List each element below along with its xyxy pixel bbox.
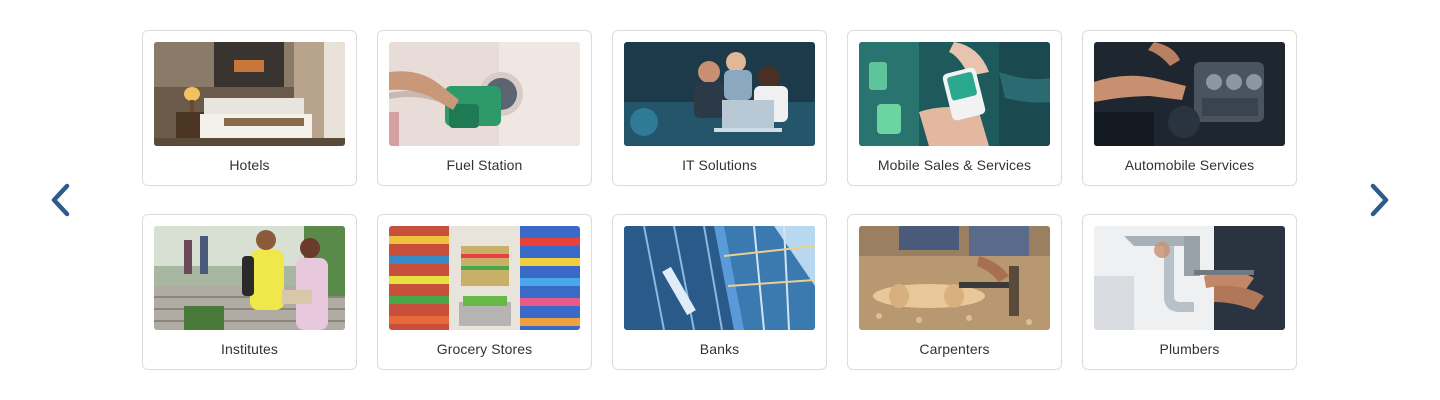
category-card-hotels[interactable]: Hotels	[142, 30, 357, 186]
category-card-mobile-sales-services[interactable]: Mobile Sales & Services	[847, 30, 1062, 186]
fuel-station-image	[389, 42, 580, 146]
carpenters-image	[859, 226, 1050, 330]
category-card-grocery-stores[interactable]: Grocery Stores	[377, 214, 592, 370]
it-solutions-image	[624, 42, 815, 146]
plumbers-image	[1094, 226, 1285, 330]
category-card-institutes[interactable]: Institutes	[142, 214, 357, 370]
category-grid: Hotels Fuel Station IT Solutions Mobile …	[142, 30, 1298, 370]
category-card-it-solutions[interactable]: IT Solutions	[612, 30, 827, 186]
category-carousel: Hotels Fuel Station IT Solutions Mobile …	[0, 0, 1440, 400]
automobile-services-image	[1094, 42, 1285, 146]
category-card-automobile-services[interactable]: Automobile Services	[1082, 30, 1297, 186]
category-label: Automobile Services	[1124, 157, 1255, 173]
category-label: Plumbers	[1159, 341, 1220, 357]
category-label: Carpenters	[919, 341, 990, 357]
category-label: Institutes	[220, 341, 279, 357]
category-label: Grocery Stores	[436, 341, 533, 357]
hotels-image	[154, 42, 345, 146]
carousel-prev-button[interactable]	[40, 180, 80, 220]
category-label: Banks	[699, 341, 740, 357]
category-label: IT Solutions	[682, 157, 757, 173]
grocery-stores-image	[389, 226, 580, 330]
category-card-carpenters[interactable]: Carpenters	[847, 214, 1062, 370]
chevron-left-icon	[51, 183, 70, 217]
category-label: Fuel Station	[446, 157, 523, 173]
category-card-plumbers[interactable]: Plumbers	[1082, 214, 1297, 370]
chevron-right-icon	[1370, 183, 1389, 217]
banks-image	[624, 226, 815, 330]
category-label: Mobile Sales & Services	[877, 157, 1032, 173]
category-card-fuel-station[interactable]: Fuel Station	[377, 30, 592, 186]
category-label: Hotels	[229, 157, 270, 173]
institutes-image	[154, 226, 345, 330]
carousel-next-button[interactable]	[1360, 180, 1400, 220]
category-card-banks[interactable]: Banks	[612, 214, 827, 370]
mobile-sales-services-image	[859, 42, 1050, 146]
